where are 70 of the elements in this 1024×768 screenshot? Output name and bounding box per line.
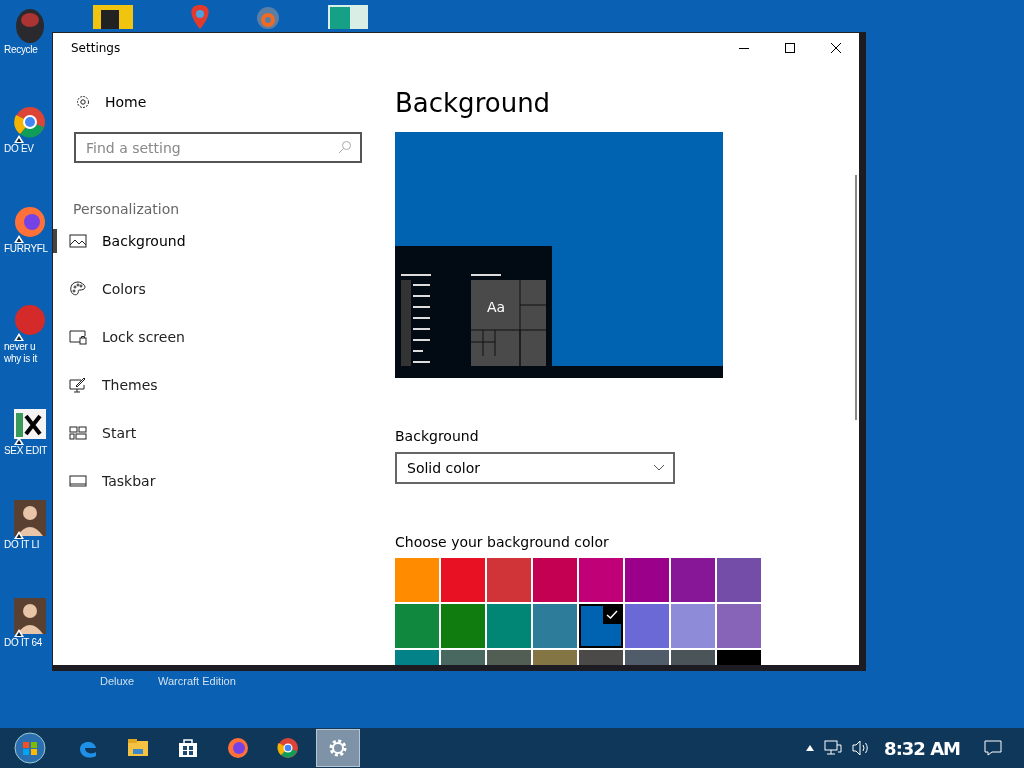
app-tile-icon[interactable] — [328, 5, 368, 29]
sidebar-item[interactable]: Lock screen — [69, 322, 189, 352]
taskbar-icon — [69, 473, 87, 489]
windows-logo-icon — [14, 732, 46, 764]
color-swatch[interactable] — [671, 604, 715, 648]
color-swatch[interactable] — [441, 604, 485, 648]
pen-monitor-icon — [69, 377, 87, 393]
firefox-icon — [226, 736, 250, 760]
settings-icon — [75, 94, 91, 110]
color-swatch[interactable] — [717, 604, 761, 648]
color-swatch[interactable] — [533, 558, 577, 602]
sidebar-item[interactable]: Taskbar — [69, 466, 160, 496]
color-swatch[interactable] — [579, 604, 623, 648]
search-icon — [338, 140, 352, 154]
notifications-icon[interactable] — [984, 740, 1002, 756]
hex-editor-icon[interactable] — [14, 406, 46, 442]
portrait-icon[interactable] — [14, 500, 46, 536]
scrollbar[interactable] — [855, 175, 857, 420]
chrome-icon[interactable] — [14, 104, 46, 140]
color-heading: Choose your background color — [395, 534, 609, 550]
desktop-icon-label[interactable]: DO EV — [4, 143, 50, 155]
color-swatch[interactable] — [579, 558, 623, 602]
desktop-icon-label[interactable]: SEX EDIT — [4, 445, 50, 457]
desktop-icon-label[interactable]: FURRYFL — [4, 243, 50, 255]
desktop-icon-label[interactable]: never u why is it — [4, 341, 50, 365]
field-label: Background — [395, 428, 479, 444]
color-swatch[interactable] — [717, 558, 761, 602]
color-swatch[interactable] — [625, 558, 669, 602]
show-hidden-icons-icon[interactable] — [806, 745, 815, 751]
maximize-icon — [784, 42, 796, 54]
color-swatch[interactable] — [395, 558, 439, 602]
network-icon[interactable] — [824, 740, 843, 756]
desktop-icon-label[interactable]: DO IT LI — [4, 539, 50, 551]
volume-icon[interactable] — [852, 740, 871, 756]
color-swatch[interactable] — [441, 558, 485, 602]
color-swatch[interactable] — [395, 604, 439, 648]
desktop-icon-label[interactable]: Warcraft Edition — [158, 675, 236, 687]
store-icon — [176, 736, 200, 760]
color-swatch[interactable] — [671, 558, 715, 602]
color-swatch[interactable] — [487, 558, 531, 602]
tiles-icon — [69, 425, 87, 441]
sidebar-item[interactable]: Colors — [69, 274, 150, 304]
home-link[interactable]: Home — [53, 91, 147, 113]
chrome-icon — [276, 736, 300, 760]
search-field[interactable]: Find a setting — [74, 132, 362, 163]
check-icon — [603, 606, 621, 624]
desktop-icon-label[interactable]: Recycle — [4, 44, 50, 56]
sidebar-item[interactable]: Background — [69, 226, 190, 256]
palette-icon — [69, 281, 87, 297]
chevron-icon — [653, 464, 665, 472]
app-tile-icon[interactable] — [93, 5, 133, 29]
color-swatch[interactable] — [625, 604, 669, 648]
clock[interactable]: 8:32 AM — [884, 737, 960, 759]
picture-icon — [69, 233, 87, 249]
portrait-icon[interactable] — [14, 598, 46, 634]
color-swatch[interactable] — [487, 604, 531, 648]
desktop-icon-label[interactable]: DO IT 64 — [4, 637, 50, 649]
sample-text: Aa — [487, 299, 506, 315]
firefox-icon[interactable] — [14, 204, 46, 240]
page-heading: Background — [395, 87, 551, 120]
sidebar-item[interactable]: Start — [69, 418, 141, 448]
desktop-icon-label[interactable]: Deluxe — [100, 675, 135, 687]
color-swatch[interactable] — [533, 604, 577, 648]
close-icon — [830, 42, 842, 54]
app-logo-icon[interactable] — [14, 302, 46, 338]
lock-screen-icon — [69, 329, 87, 345]
window-title: Settings — [71, 41, 121, 55]
background-dropdown[interactable]: Solid color — [395, 452, 675, 484]
sidebar-item[interactable]: Themes — [69, 370, 162, 400]
section-heading: Personalization — [73, 201, 181, 217]
